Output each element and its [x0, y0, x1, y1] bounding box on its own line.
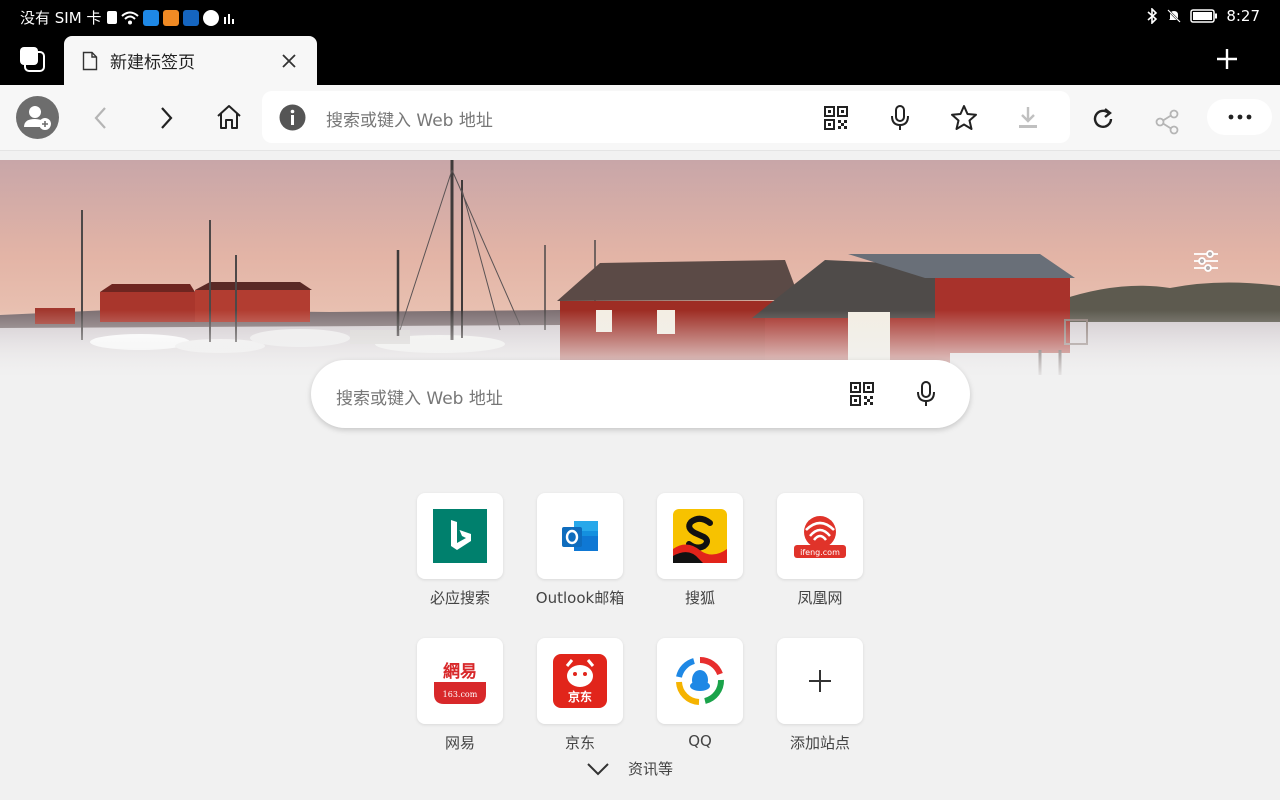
more-news-button[interactable]: 资讯等 [586, 758, 673, 779]
sim-alert-icon [107, 11, 118, 24]
sohu-icon [673, 509, 727, 563]
tile-sohu[interactable] [657, 493, 743, 579]
battery-icon [1190, 9, 1218, 23]
signal-icon [224, 13, 235, 24]
netease-logo-text: 網易 [443, 661, 477, 682]
qq-icon [676, 656, 724, 705]
search-placeholder: 搜索或键入 Web 地址 [336, 389, 503, 409]
qr-code-icon[interactable] [823, 105, 849, 131]
wifi-icon [121, 11, 140, 24]
back-button[interactable] [84, 101, 118, 135]
background-image [0, 160, 1280, 375]
close-icon[interactable] [279, 51, 299, 71]
share-icon [1155, 109, 1179, 135]
refresh-button[interactable] [1086, 102, 1120, 136]
app-notification-icon [183, 9, 200, 26]
tile-ifeng[interactable]: ifeng.com [777, 493, 863, 579]
chevron-left-icon [94, 107, 106, 129]
bing-icon [433, 509, 487, 563]
tile-label: QQ [688, 732, 712, 750]
tile-netease[interactable]: 網易 163.com [417, 638, 503, 724]
search-box[interactable]: 搜索或键入 Web 地址 [311, 360, 970, 428]
microphone-icon[interactable] [890, 104, 910, 132]
app-notification-icon [143, 9, 160, 26]
outlook-icon [562, 521, 598, 551]
app-notification-icon [203, 9, 220, 26]
info-icon[interactable] [279, 104, 306, 131]
new-tab-plus-icon[interactable] [1214, 46, 1240, 72]
favorite-star-icon[interactable] [950, 104, 978, 131]
tile-bing[interactable] [417, 493, 503, 579]
app-notification-icon [163, 9, 180, 26]
refresh-icon [1093, 108, 1113, 128]
document-icon [82, 51, 98, 70]
tile-label: 添加站点 [789, 734, 850, 752]
tab-bar: 新建标签页 [0, 34, 1280, 85]
tile-jd[interactable]: 京东 [537, 638, 623, 724]
clock: 8:27 [1226, 7, 1260, 25]
tab-title: 新建标签页 [110, 53, 195, 73]
tile-label: 必应搜索 [429, 589, 490, 607]
ifeng-logo-text: ifeng.com [800, 548, 840, 557]
jd-logo-text: 京东 [568, 689, 592, 704]
tile-label: 京东 [564, 734, 595, 752]
tile-label: 网易 [444, 734, 475, 752]
browser-toolbar: 搜索或键入 Web 地址 [0, 85, 1280, 151]
forward-button[interactable] [149, 101, 183, 135]
profile-avatar[interactable] [16, 96, 59, 139]
more-news-label: 资讯等 [628, 760, 674, 778]
address-bar[interactable]: 搜索或键入 Web 地址 [262, 91, 1070, 143]
chevron-down-icon [587, 762, 609, 775]
jd-icon: 京东 [553, 654, 607, 708]
home-button[interactable] [212, 100, 246, 134]
netease-icon: 網易 163.com [434, 661, 486, 704]
address-placeholder: 搜索或键入 Web 地址 [326, 111, 493, 131]
user-add-icon [24, 106, 51, 130]
tile-label: Outlook邮箱 [535, 589, 625, 607]
plus-icon [809, 670, 831, 692]
customize-page-icon[interactable] [1192, 248, 1220, 274]
share-button[interactable] [1150, 105, 1184, 139]
download-icon[interactable] [1016, 105, 1040, 131]
tab-switcher-icon[interactable] [16, 43, 48, 75]
chevron-right-icon [161, 107, 173, 129]
tile-label: 凤凰网 [797, 589, 843, 607]
netease-logo-subtext: 163.com [443, 690, 478, 699]
status-bar: 没有 SIM 卡 8:27 [0, 0, 1280, 34]
tile-outlook[interactable] [537, 493, 623, 579]
tile-label: 搜狐 [684, 589, 715, 607]
tile-qq[interactable] [657, 638, 743, 724]
microphone-icon[interactable] [916, 380, 936, 408]
ifeng-icon: ifeng.com [794, 516, 846, 558]
qr-code-icon[interactable] [849, 381, 875, 407]
bluetooth-icon [1147, 8, 1158, 24]
carrier-text: 没有 SIM 卡 [20, 9, 102, 27]
add-site-button[interactable] [777, 638, 863, 724]
home-icon [217, 105, 241, 129]
more-dots-icon [1228, 114, 1251, 120]
mute-bell-icon [1167, 9, 1182, 23]
more-menu-button[interactable] [1207, 99, 1272, 135]
tab-new-tab[interactable]: 新建标签页 [64, 36, 317, 85]
